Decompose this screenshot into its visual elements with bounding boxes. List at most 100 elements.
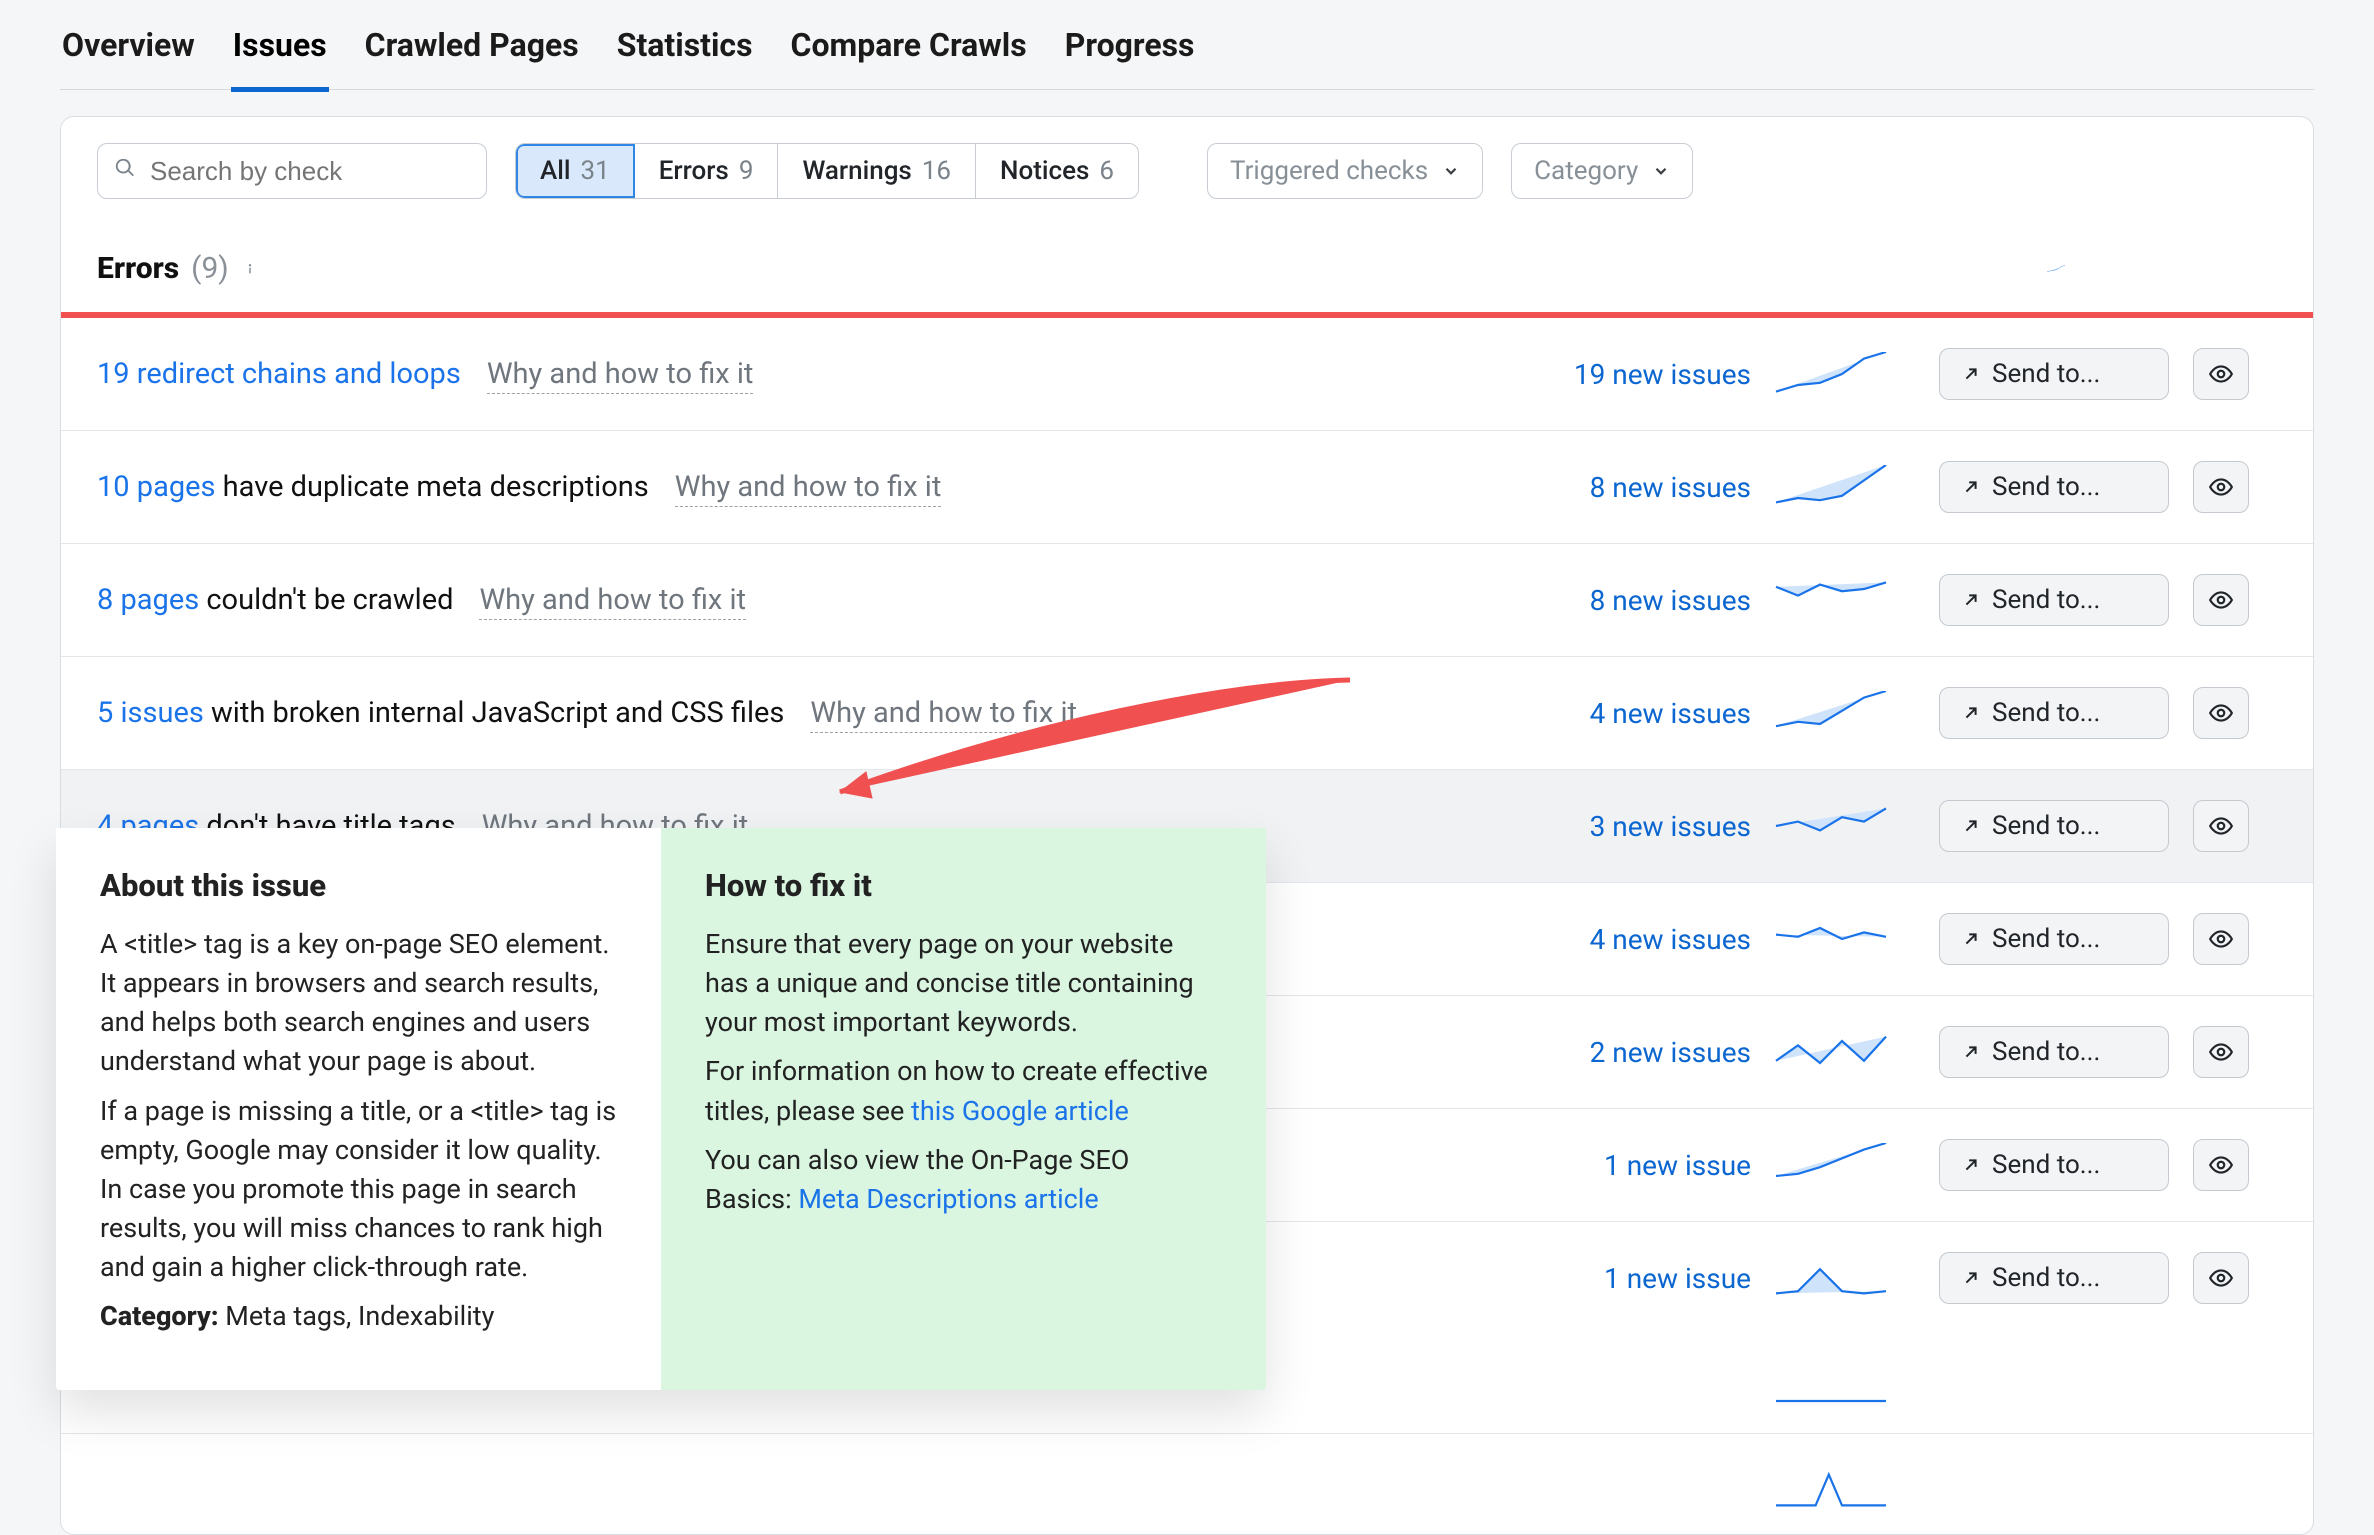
issue-cell: 10 pages have duplicate meta description… bbox=[97, 470, 1467, 504]
issue-link[interactable]: 5 issues bbox=[97, 696, 204, 730]
visibility-button[interactable] bbox=[2193, 574, 2249, 626]
send-to-button[interactable]: Send to... bbox=[1939, 687, 2169, 739]
category-label: Category bbox=[1534, 156, 1638, 186]
new-issues-link[interactable]: 3 new issues bbox=[1491, 810, 1751, 843]
sparkline bbox=[1775, 578, 1887, 622]
section-header: Errors (9) bbox=[61, 217, 2313, 312]
new-issues-link[interactable]: 1 new issue bbox=[1491, 1149, 1751, 1182]
new-issues-link[interactable]: 4 new issues bbox=[1491, 923, 1751, 956]
send-to-label: Send to... bbox=[1992, 924, 2100, 954]
send-to-button[interactable]: Send to... bbox=[1939, 1252, 2169, 1304]
search-input-wrap[interactable] bbox=[97, 143, 487, 199]
pill-errors[interactable]: Errors 9 bbox=[635, 144, 779, 198]
issue-link[interactable]: 10 pages bbox=[97, 470, 215, 504]
why-how-fix-link[interactable]: Why and how to fix it bbox=[810, 696, 1077, 733]
tab-issues[interactable]: Issues bbox=[231, 26, 329, 64]
meta-descriptions-link[interactable]: Meta Descriptions article bbox=[798, 1183, 1098, 1215]
sparkline bbox=[1775, 917, 1887, 961]
filter-pills: All 31 Errors 9 Warnings 16 Notices 6 bbox=[515, 143, 1139, 199]
share-icon bbox=[1960, 589, 1982, 611]
send-to-button[interactable]: Send to... bbox=[1939, 913, 2169, 965]
send-to-button[interactable]: Send to... bbox=[1939, 1026, 2169, 1078]
triggered-checks-dropdown[interactable]: Triggered checks bbox=[1207, 143, 1483, 199]
sparkline bbox=[1775, 352, 1887, 396]
send-to-button[interactable]: Send to... bbox=[1939, 800, 2169, 852]
visibility-button[interactable] bbox=[2193, 800, 2249, 852]
issue-cell: 19 redirect chains and loops Why and how … bbox=[97, 357, 1467, 391]
send-to-label: Send to... bbox=[1992, 1037, 2100, 1067]
why-how-fix-link[interactable]: Why and how to fix it bbox=[487, 357, 754, 394]
share-icon bbox=[1960, 815, 1982, 837]
send-to-button[interactable]: Send to... bbox=[1939, 461, 2169, 513]
table-row: 10 pages have duplicate meta description… bbox=[61, 431, 2313, 544]
pill-warnings[interactable]: Warnings 16 bbox=[778, 144, 976, 198]
google-article-link[interactable]: this Google article bbox=[911, 1095, 1129, 1127]
share-icon bbox=[1960, 1267, 1982, 1289]
pill-errors-count: 9 bbox=[739, 156, 754, 186]
issue-link[interactable]: 19 redirect chains and loops bbox=[97, 357, 461, 391]
fix-paragraph: Ensure that every page on your website h… bbox=[705, 925, 1222, 1042]
visibility-button[interactable] bbox=[2193, 687, 2249, 739]
eye-icon bbox=[2208, 1152, 2234, 1178]
new-issues-link[interactable]: 4 new issues bbox=[1491, 697, 1751, 730]
pill-errors-label: Errors bbox=[659, 156, 729, 186]
send-to-label: Send to... bbox=[1992, 811, 2100, 841]
about-paragraph: A <title> tag is a key on-page SEO eleme… bbox=[100, 925, 617, 1082]
table-row bbox=[61, 1434, 2313, 1534]
new-issues-link[interactable]: 1 new issue bbox=[1491, 1262, 1751, 1295]
pill-all-count: 31 bbox=[581, 156, 610, 186]
table-row: 5 issues with broken internal JavaScript… bbox=[61, 657, 2313, 770]
search-input[interactable] bbox=[150, 156, 470, 187]
send-to-button[interactable]: Send to... bbox=[1939, 574, 2169, 626]
fix-title: How to fix it bbox=[705, 864, 1222, 909]
visibility-button[interactable] bbox=[2193, 913, 2249, 965]
tab-compare-crawls[interactable]: Compare Crawls bbox=[789, 26, 1029, 64]
share-icon bbox=[1960, 476, 1982, 498]
visibility-button[interactable] bbox=[2193, 348, 2249, 400]
category-value: Meta tags, Indexability bbox=[225, 1300, 494, 1332]
send-to-button[interactable]: Send to... bbox=[1939, 1139, 2169, 1191]
issues-toolbar: All 31 Errors 9 Warnings 16 Notices 6 Tr… bbox=[61, 117, 2313, 217]
visibility-button[interactable] bbox=[2193, 461, 2249, 513]
sparkline bbox=[1775, 1143, 1887, 1187]
tab-overview[interactable]: Overview bbox=[60, 26, 197, 64]
info-icon[interactable] bbox=[241, 251, 259, 286]
send-to-button[interactable]: Send to... bbox=[1939, 348, 2169, 400]
category-dropdown[interactable]: Category bbox=[1511, 143, 1693, 199]
share-icon bbox=[1960, 702, 1982, 724]
tab-statistics[interactable]: Statistics bbox=[615, 26, 755, 64]
table-row: 8 pages couldn't be crawled Why and how t… bbox=[61, 544, 2313, 657]
issue-cell: 8 pages couldn't be crawled Why and how t… bbox=[97, 583, 1467, 617]
sparkline bbox=[1775, 804, 1887, 848]
issue-details-popover: About this issue A <title> tag is a key … bbox=[56, 828, 1266, 1390]
visibility-button[interactable] bbox=[2193, 1252, 2249, 1304]
about-title: About this issue bbox=[100, 864, 617, 909]
new-issues-link[interactable]: 8 new issues bbox=[1491, 584, 1751, 617]
visibility-button[interactable] bbox=[2193, 1139, 2249, 1191]
chevron-down-icon bbox=[1442, 162, 1460, 180]
share-icon bbox=[1960, 1041, 1982, 1063]
pill-notices-count: 6 bbox=[1099, 156, 1114, 186]
fix-paragraph: You can also view the On-Page SEO Basics… bbox=[705, 1141, 1222, 1219]
eye-icon bbox=[2208, 1265, 2234, 1291]
new-issues-link[interactable]: 2 new issues bbox=[1491, 1036, 1751, 1069]
visibility-button[interactable] bbox=[2193, 1026, 2249, 1078]
pill-warnings-label: Warnings bbox=[802, 156, 911, 186]
tab-progress[interactable]: Progress bbox=[1063, 26, 1197, 64]
about-paragraph: If a page is missing a title, or a <titl… bbox=[100, 1092, 617, 1288]
why-how-fix-link[interactable]: Why and how to fix it bbox=[479, 583, 746, 620]
send-to-label: Send to... bbox=[1992, 585, 2100, 615]
new-issues-link[interactable]: 8 new issues bbox=[1491, 471, 1751, 504]
pill-notices[interactable]: Notices 6 bbox=[976, 144, 1138, 198]
eye-icon bbox=[2208, 587, 2234, 613]
share-icon bbox=[1960, 363, 1982, 385]
eye-icon bbox=[2208, 361, 2234, 387]
pill-all[interactable]: All 31 bbox=[516, 144, 635, 198]
why-how-fix-link[interactable]: Why and how to fix it bbox=[675, 470, 942, 507]
section-title: Errors bbox=[97, 251, 179, 286]
pill-all-label: All bbox=[540, 156, 571, 186]
tab-crawled-pages[interactable]: Crawled Pages bbox=[363, 26, 581, 64]
issue-link[interactable]: 8 pages bbox=[97, 583, 199, 617]
issue-text: couldn't be crawled bbox=[199, 583, 453, 617]
new-issues-link[interactable]: 19 new issues bbox=[1491, 358, 1751, 391]
